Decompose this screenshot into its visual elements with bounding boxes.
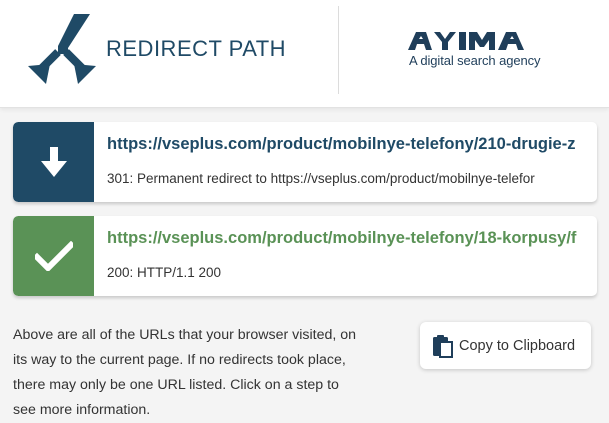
success-status-indicator bbox=[13, 216, 94, 296]
arrow-down-icon bbox=[40, 147, 67, 177]
partner-tagline: A digital search agency bbox=[409, 53, 541, 68]
clipboard-icon bbox=[433, 334, 453, 358]
step-url: https://vseplus.com/product/mobilnye-tel… bbox=[107, 135, 576, 153]
info-text: Above are all of the URLs that your brow… bbox=[13, 327, 357, 418]
redirect-step-card[interactable]: https://vseplus.com/product/mobilnye-tel… bbox=[13, 122, 597, 202]
redirect-step-card[interactable]: https://vseplus.com/product/mobilnye-tel… bbox=[13, 216, 597, 296]
header: REDIRECT PATH A digital search agency bbox=[0, 0, 609, 108]
header-divider bbox=[338, 6, 339, 94]
copy-button-label: Copy to Clipboard bbox=[459, 337, 576, 354]
step-url: https://vseplus.com/product/mobilnye-tel… bbox=[107, 229, 577, 247]
redirect-status-indicator bbox=[13, 122, 94, 202]
product-name: REDIRECT PATH bbox=[106, 36, 287, 61]
redirect-path-logo-icon bbox=[28, 14, 96, 84]
check-icon bbox=[34, 241, 73, 271]
ayima-logo-icon bbox=[408, 32, 524, 50]
copy-to-clipboard-button[interactable]: Copy to Clipboard bbox=[420, 322, 591, 369]
step-status: 301: Permanent redirect to https://vsepl… bbox=[107, 171, 535, 186]
step-status: 200: HTTP/1.1 200 bbox=[107, 265, 222, 280]
